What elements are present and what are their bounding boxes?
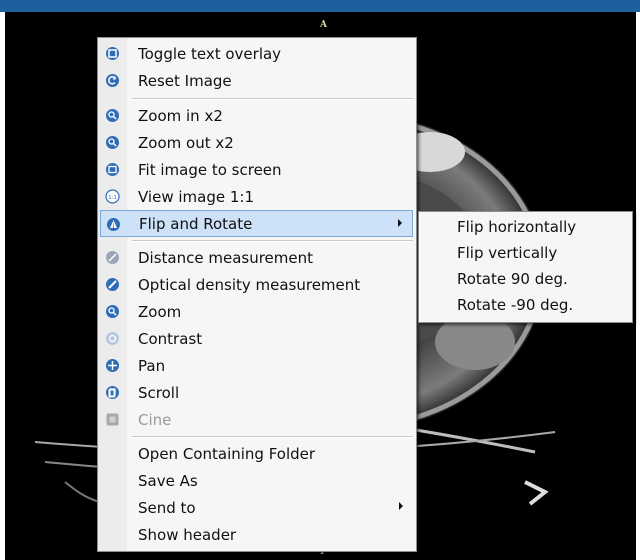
submenu-arrow-icon bbox=[398, 219, 402, 227]
menu-item-label: Open Containing Folder bbox=[138, 444, 316, 463]
menu-item-open-containing-folder[interactable]: Open Containing Folder bbox=[100, 440, 413, 467]
menu-item-label: Fit image to screen bbox=[138, 160, 282, 179]
density-icon bbox=[106, 278, 119, 291]
menu-separator bbox=[132, 240, 413, 242]
menu-item-label: Flip and Rotate bbox=[139, 214, 253, 233]
zoom-tool-icon bbox=[106, 305, 119, 318]
flip-rotate-icon bbox=[107, 218, 120, 231]
menu-item-view-image-1-1[interactable]: 1:1 View image 1:1 bbox=[100, 183, 413, 210]
menu-separator bbox=[132, 98, 413, 100]
menu-item-zoom-out-x2[interactable]: Zoom out x2 bbox=[100, 129, 413, 156]
menu-item-cine: Cine bbox=[100, 406, 413, 433]
menu-item-save-as[interactable]: Save As bbox=[100, 467, 413, 494]
scroll-icon bbox=[106, 386, 119, 399]
menu-item-toggle-text-overlay[interactable]: Toggle text overlay bbox=[100, 40, 413, 67]
menu-item-pan[interactable]: Pan bbox=[100, 352, 413, 379]
menu-item-label: Distance measurement bbox=[138, 248, 314, 267]
submenu-item-rotate-90[interactable]: Rotate 90 deg. bbox=[421, 266, 630, 292]
menu-item-reset-image[interactable]: Reset Image bbox=[100, 67, 413, 94]
flip-rotate-submenu: Flip horizontally Flip vertically Rotate… bbox=[418, 211, 633, 323]
menu-item-label: Scroll bbox=[138, 383, 180, 402]
menu-item-label: Save As bbox=[138, 471, 198, 490]
menu-item-label: Cine bbox=[138, 410, 172, 429]
menu-item-label: Reset Image bbox=[138, 71, 232, 90]
zoom-in-icon bbox=[106, 109, 119, 122]
menu-item-contrast[interactable]: Contrast bbox=[100, 325, 413, 352]
submenu-item-label: Flip vertically bbox=[457, 244, 558, 262]
contrast-icon bbox=[106, 332, 119, 345]
menu-item-label: Contrast bbox=[138, 329, 203, 348]
submenu-item-label: Flip horizontally bbox=[457, 218, 577, 236]
menu-item-label: View image 1:1 bbox=[138, 187, 254, 206]
context-menu: Toggle text overlay Reset Image Zoom in … bbox=[97, 37, 417, 552]
toggle-overlay-icon bbox=[106, 47, 119, 60]
cine-icon bbox=[106, 413, 119, 426]
menu-item-flip-and-rotate[interactable]: Flip and Rotate bbox=[100, 210, 413, 237]
window-title-bar bbox=[0, 0, 640, 12]
menu-item-label: Show header bbox=[138, 525, 237, 544]
menu-item-label: Toggle text overlay bbox=[138, 44, 282, 63]
submenu-item-label: Rotate -90 deg. bbox=[457, 296, 574, 314]
reset-icon bbox=[106, 74, 119, 87]
menu-item-label: Send to bbox=[138, 498, 196, 517]
menu-item-zoom[interactable]: Zoom bbox=[100, 298, 413, 325]
menu-item-label: Zoom in x2 bbox=[138, 106, 223, 125]
fit-screen-icon bbox=[106, 163, 119, 176]
actual-size-icon: 1:1 bbox=[105, 189, 120, 204]
menu-item-scroll[interactable]: Scroll bbox=[100, 379, 413, 406]
zoom-out-icon bbox=[106, 136, 119, 149]
menu-item-send-to[interactable]: Send to bbox=[100, 494, 413, 521]
submenu-arrow-icon bbox=[399, 502, 403, 510]
menu-item-optical-density-measurement[interactable]: Optical density measurement bbox=[100, 271, 413, 298]
orientation-label-top: A bbox=[320, 20, 327, 30]
submenu-item-label: Rotate 90 deg. bbox=[457, 270, 568, 288]
menu-item-label: Optical density measurement bbox=[138, 275, 361, 294]
menu-item-distance-measurement[interactable]: Distance measurement bbox=[100, 244, 413, 271]
menu-item-label: Zoom out x2 bbox=[138, 133, 234, 152]
submenu-item-flip-vertically[interactable]: Flip vertically bbox=[421, 240, 630, 266]
menu-separator bbox=[132, 436, 413, 438]
distance-icon bbox=[106, 251, 119, 264]
menu-item-show-header[interactable]: Show header bbox=[100, 521, 413, 548]
pan-icon bbox=[106, 359, 119, 372]
menu-item-fit-image-to-screen[interactable]: Fit image to screen bbox=[100, 156, 413, 183]
submenu-item-flip-horizontally[interactable]: Flip horizontally bbox=[421, 214, 630, 240]
menu-item-zoom-in-x2[interactable]: Zoom in x2 bbox=[100, 102, 413, 129]
svg-text:1:1: 1:1 bbox=[108, 195, 117, 201]
submenu-item-rotate-minus-90[interactable]: Rotate -90 deg. bbox=[421, 292, 630, 318]
menu-item-label: Pan bbox=[138, 356, 166, 375]
menu-item-label: Zoom bbox=[138, 302, 182, 321]
